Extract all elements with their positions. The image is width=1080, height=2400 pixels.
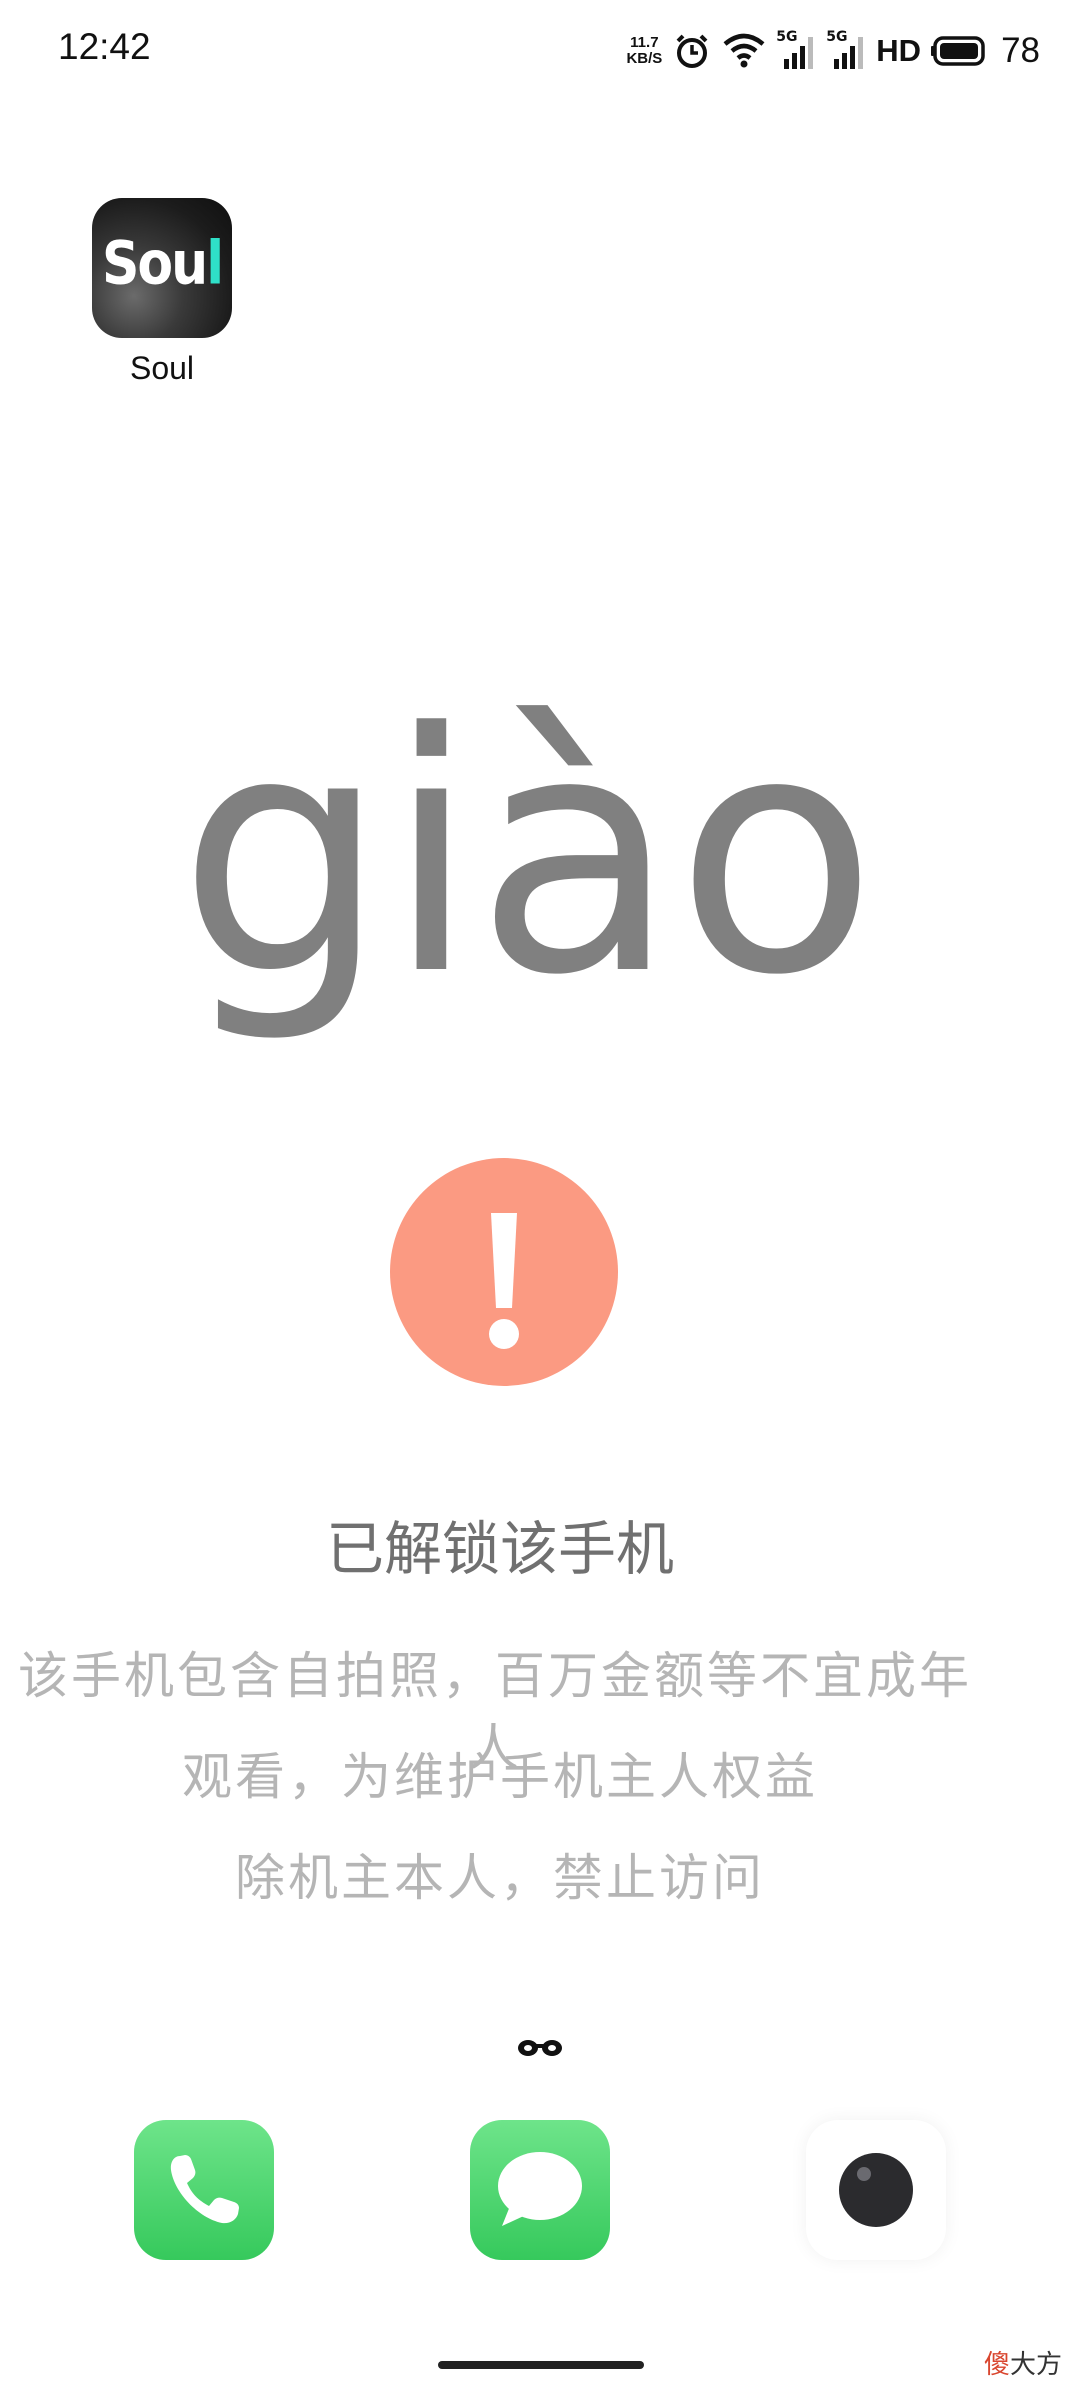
camera-app-icon[interactable] bbox=[806, 2120, 946, 2260]
unlock-title: 已解锁该手机 bbox=[325, 1515, 674, 1583]
signal-icon bbox=[834, 37, 864, 69]
warning-line-2: 观看，为维护手机主人权益 bbox=[182, 1748, 818, 1806]
wifi-icon bbox=[723, 33, 765, 68]
giao-word: giào bbox=[178, 663, 877, 1047]
alarm-icon bbox=[676, 34, 708, 68]
soul-logo-main: Sou bbox=[101, 229, 208, 299]
network-speed: 11.7 KB/S bbox=[626, 35, 662, 67]
camera-icon bbox=[839, 2153, 913, 2227]
soul-app-label: Soul bbox=[129, 350, 195, 386]
status-time: 12:42 bbox=[58, 26, 151, 67]
home-indicator[interactable] bbox=[438, 2361, 644, 2369]
phone-screen: 12:42 11.7 KB/S 5G 5G HD 78 Soul Soul gi… bbox=[0, 0, 1080, 2400]
hd-indicator: HD bbox=[876, 33, 922, 68]
phone-icon bbox=[170, 2155, 239, 2224]
warning-line-3: 除机主本人，禁止访问 bbox=[235, 1849, 765, 1907]
messages-app-icon[interactable] bbox=[470, 2120, 610, 2260]
soul-logo-accent: l bbox=[206, 229, 224, 299]
watermark-accent: 傻 bbox=[983, 2350, 1010, 2380]
status-bar: 12:42 11.7 KB/S 5G 5G HD 78 bbox=[0, 0, 1080, 100]
soul-logo: Soul bbox=[92, 230, 232, 299]
status-icons: 11.7 KB/S 5G 5G HD 78 bbox=[626, 26, 1040, 76]
soul-app-icon[interactable]: Soul bbox=[92, 198, 232, 338]
battery-icon bbox=[931, 36, 985, 66]
phone-app-icon[interactable] bbox=[134, 2120, 274, 2260]
messages-icon bbox=[498, 2152, 582, 2226]
network-speed-value: 11.7 bbox=[630, 34, 659, 51]
signal-icon bbox=[784, 37, 814, 69]
watermark: 傻大方 bbox=[984, 2344, 1062, 2381]
giao-big-text: giào bbox=[178, 640, 918, 1070]
battery-level: 78 bbox=[1001, 31, 1040, 70]
watermark-rest: 大方 bbox=[1009, 2350, 1062, 2380]
network-speed-unit: KB/S bbox=[626, 50, 663, 67]
signal-sim1: 5G bbox=[776, 29, 816, 71]
signal-sim2: 5G bbox=[826, 29, 866, 71]
warning-icon bbox=[390, 1158, 618, 1386]
glasses-icon bbox=[518, 2040, 562, 2056]
